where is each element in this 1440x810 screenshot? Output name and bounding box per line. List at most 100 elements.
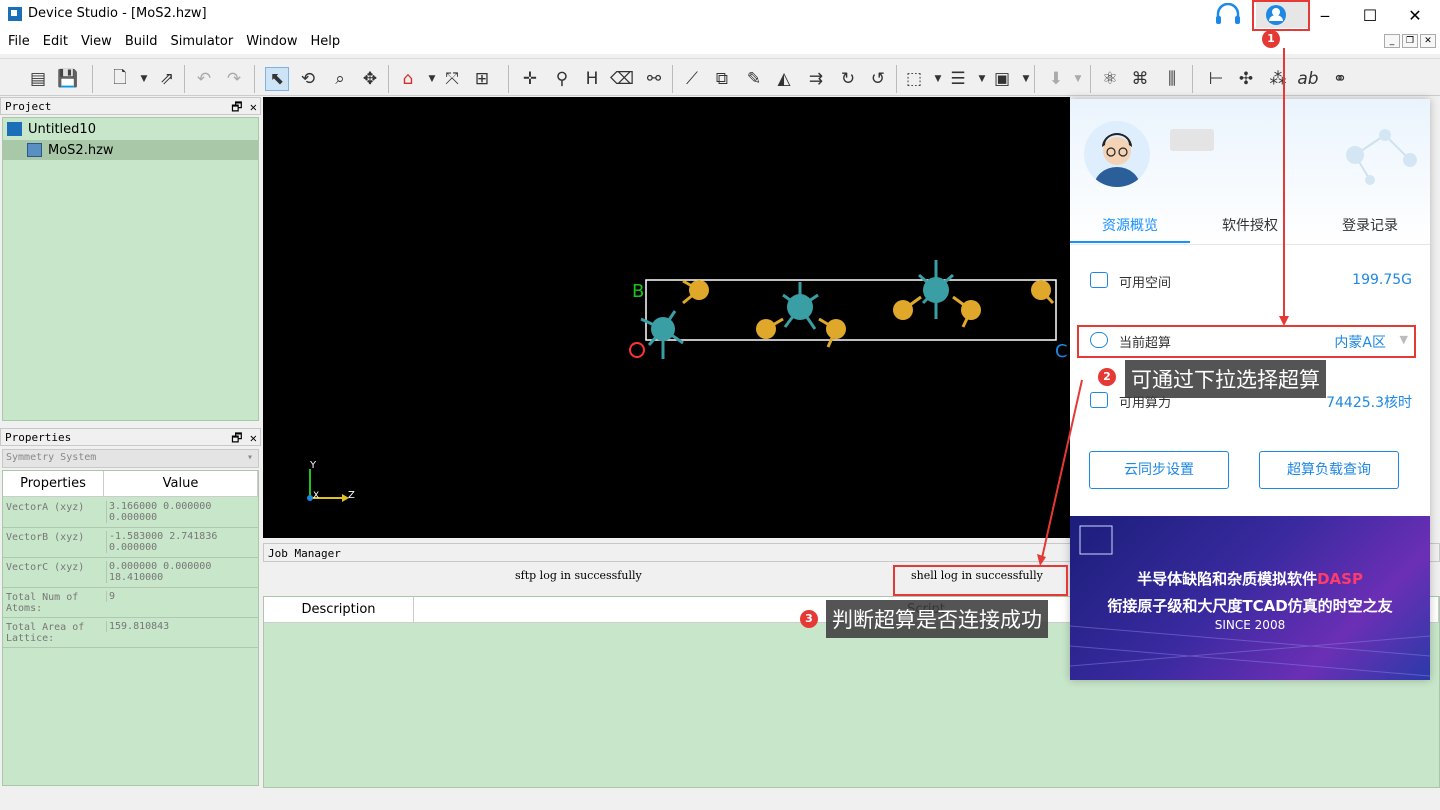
- link-icon[interactable]: ⚭: [1328, 67, 1352, 91]
- mirror-icon[interactable]: ◭: [772, 67, 796, 91]
- edit-icon[interactable]: ✎: [742, 67, 766, 91]
- eraser-icon[interactable]: ⌫: [610, 67, 634, 91]
- build-molecule-icon[interactable]: ⚲: [550, 67, 574, 91]
- column-header-value: Value: [104, 471, 258, 497]
- menu-file[interactable]: File: [8, 30, 37, 54]
- tree-item-file[interactable]: MoS2.hzw: [3, 140, 258, 160]
- add-atom-icon[interactable]: ✛: [518, 67, 542, 91]
- export-down-icon[interactable]: ⬇: [1044, 67, 1068, 91]
- table-row: Total Num of Atoms: 9: [3, 588, 258, 618]
- annotation-box-1: [1252, 0, 1310, 31]
- column-header-description: Description: [264, 597, 414, 623]
- mdi-minimize-button[interactable]: _: [1384, 34, 1400, 48]
- structure-viewport[interactable]: B C Y Z X: [263, 97, 1070, 538]
- project-panel-title-text: Project: [5, 100, 52, 113]
- new-file-icon[interactable]: 🗋: [108, 67, 132, 91]
- electrode-icon[interactable]: ⊢: [1204, 67, 1228, 91]
- select-pointer-icon[interactable]: ⬉: [265, 67, 289, 91]
- menu-help[interactable]: Help: [310, 30, 347, 54]
- menu-edit[interactable]: Edit: [43, 30, 75, 54]
- annotation-badge-2: 2: [1098, 368, 1116, 386]
- panel-controls[interactable]: 🗗 ✕: [231, 429, 257, 450]
- tab-software-license[interactable]: 软件授权: [1190, 215, 1310, 235]
- tree-item-project[interactable]: Untitled10: [3, 119, 258, 139]
- close-button[interactable]: ✕: [1392, 0, 1438, 30]
- toolbar-separator: [672, 65, 673, 93]
- tab-resource-overview[interactable]: 资源概览: [1070, 215, 1190, 235]
- mdi-close-button[interactable]: ✕: [1420, 34, 1436, 48]
- rotate-bc-icon[interactable]: ↻: [836, 67, 860, 91]
- home-icon[interactable]: ⌂: [396, 67, 420, 91]
- maximize-button[interactable]: ☐: [1347, 0, 1393, 30]
- app-logo-icon: [8, 7, 22, 21]
- move-icon[interactable]: ⇉: [804, 67, 828, 91]
- lattice-label-c: C: [1055, 341, 1068, 362]
- grid-view-icon[interactable]: ⊞: [470, 67, 494, 91]
- resize-icon[interactable]: ⧉: [710, 67, 734, 91]
- ab-vector-icon[interactable]: ab: [1296, 67, 1320, 91]
- banner-line1-text: 半导体缺陷和杂质模拟软件: [1137, 570, 1318, 588]
- menu-view[interactable]: View: [81, 30, 119, 54]
- toolbar-separator: [254, 65, 255, 93]
- axis-x-label: X: [313, 491, 319, 501]
- property-value: 3.166000 0.000000 0.000000: [106, 501, 256, 523]
- panel-controls[interactable]: 🗗 ✕: [231, 98, 257, 119]
- available-space-row: 可用空间 199.75G: [1070, 267, 1430, 297]
- toolbar-separator: [1034, 65, 1035, 93]
- rotate-yz-icon[interactable]: ↺: [866, 67, 890, 91]
- cloud-sync-settings-button[interactable]: 云同步设置: [1089, 451, 1229, 489]
- pan-icon[interactable]: ✥: [358, 67, 382, 91]
- bond-icon[interactable]: ⚯: [642, 67, 666, 91]
- headset-icon[interactable]: [1213, 3, 1243, 27]
- project-panel: Project 🗗 ✕ Untitled10 MoS2.hzw: [0, 97, 261, 423]
- menu-window[interactable]: Window: [246, 30, 304, 54]
- banner-dasp-text: DASP: [1317, 570, 1363, 588]
- property-value: 9: [106, 591, 256, 602]
- properties-panel: Properties 🗗 ✕ Symmetry System ▾ Propert…: [0, 428, 261, 788]
- property-name: VectorA (xyz): [6, 502, 85, 513]
- open-icon[interactable]: ▤: [26, 67, 50, 91]
- molecule-icon[interactable]: ⚛: [1098, 67, 1122, 91]
- undo-icon[interactable]: ↶: [192, 67, 216, 91]
- zoom-icon[interactable]: ⌕: [328, 67, 352, 91]
- user-avatar-icon: [1094, 133, 1140, 187]
- measure-icon[interactable]: ⟋: [680, 67, 704, 91]
- device-icon[interactable]: ⫼: [1160, 67, 1184, 91]
- tab-login-history[interactable]: 登录记录: [1310, 215, 1430, 235]
- save-icon[interactable]: 💾: [56, 67, 80, 91]
- cluster-icon[interactable]: ✣: [1234, 67, 1258, 91]
- properties-panel-title: Properties 🗗 ✕: [0, 428, 261, 446]
- hpc-load-query-button[interactable]: 超算负载查询: [1259, 451, 1399, 489]
- annotation-tooltip-3: 判断超算是否连接成功: [826, 600, 1048, 638]
- fit-view-icon[interactable]: ⤧: [440, 67, 464, 91]
- redo-icon[interactable]: ↷: [222, 67, 246, 91]
- title-bar: Device Studio - [MoS2.hzw] ‒ ☐ ✕: [0, 0, 1440, 30]
- import-icon[interactable]: ⇗: [155, 67, 179, 91]
- banner-line1: 半导体缺陷和杂质模拟软件DASP: [1070, 568, 1430, 589]
- tree-item-label: MoS2.hzw: [48, 142, 114, 158]
- dasp-banner[interactable]: 半导体缺陷和杂质模拟软件DASP 衔接原子级和大尺度TCAD仿真的时空之友 SI…: [1070, 516, 1430, 680]
- project-tree: Untitled10 MoS2.hzw: [2, 117, 259, 421]
- lattice-label-b: B: [632, 281, 644, 302]
- menu-build[interactable]: Build: [125, 30, 165, 54]
- chevron-down-icon[interactable]: ▼: [1066, 67, 1090, 91]
- sulfur-bond-lines: [682, 279, 1055, 348]
- storage-icon: [1090, 272, 1108, 288]
- mos2-structure-render: B C Y Z X: [307, 260, 1068, 502]
- hydrogen-icon[interactable]: H: [580, 67, 604, 91]
- supercell-icon[interactable]: ▣: [990, 67, 1014, 91]
- symmetry-select[interactable]: Symmetry System ▾: [2, 449, 259, 468]
- chevron-down-icon[interactable]: ▼: [132, 67, 156, 91]
- rotate-icon[interactable]: ⟲: [296, 67, 320, 91]
- property-value: 0.000000 0.000000 18.410000: [106, 561, 256, 583]
- slab-icon[interactable]: ☰: [946, 67, 970, 91]
- network-icon[interactable]: ⌘: [1128, 67, 1152, 91]
- lattice-icon[interactable]: ⁂: [1266, 67, 1290, 91]
- menu-simulator[interactable]: Simulator: [170, 30, 240, 54]
- mdi-restore-button[interactable]: ❐: [1402, 34, 1418, 48]
- cell-icon[interactable]: ⬚: [902, 67, 926, 91]
- hzw-file-icon: [27, 143, 42, 157]
- annotation-tooltip-2: 可通过下拉选择超算: [1125, 360, 1326, 398]
- toolbar-separator: [1192, 65, 1193, 93]
- banner-line3: SINCE 2008: [1214, 618, 1286, 632]
